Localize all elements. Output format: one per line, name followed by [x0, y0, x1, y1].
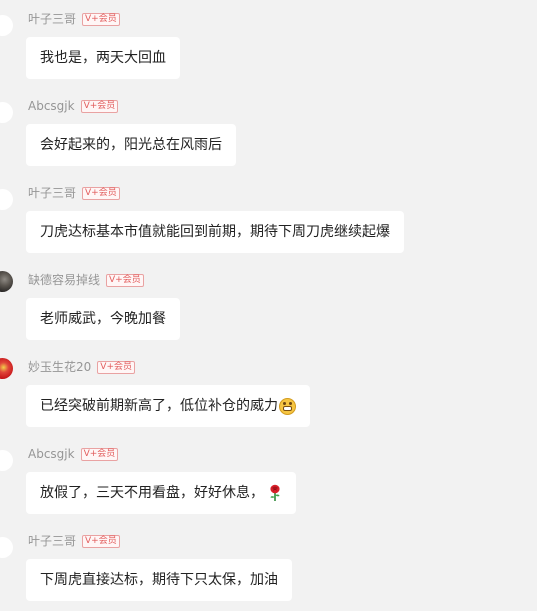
vip-member-badge: V+会员 [82, 186, 120, 200]
grin-emoji-icon [279, 397, 296, 415]
vip-member-badge: V+会员 [82, 12, 120, 26]
username[interactable]: Abcsgjk [28, 446, 75, 462]
vip-member-badge: V+会员 [97, 360, 135, 374]
username[interactable]: 叶子三哥 [28, 185, 76, 201]
username[interactable]: 妙玉生花20 [28, 359, 91, 375]
user-avatar[interactable] [0, 15, 13, 36]
message-header: 叶子三哥 V+会员 [28, 11, 120, 27]
vip-member-badge: V+会员 [80, 447, 119, 461]
message-text: 刀虎达标基本市值就能回到前期，期待下周刀虎继续起爆 [40, 224, 390, 240]
user-avatar[interactable] [0, 537, 13, 558]
message-header: 叶子三哥 V+会员 [28, 533, 120, 549]
rose-emoji-icon [270, 484, 280, 501]
user-avatar[interactable] [0, 189, 13, 210]
message-header: Abcsgjk V+会员 [28, 446, 119, 462]
message-header: 叶子三哥 V+会员 [28, 185, 120, 201]
username[interactable]: Abcsgjk [28, 98, 75, 114]
vip-member-badge: V+会员 [80, 99, 119, 113]
message-bubble: 刀虎达标基本市值就能回到前期，期待下周刀虎继续起爆 [26, 211, 404, 253]
message-text: 已经突破前期新高了，低位补仓的威力 [40, 398, 278, 414]
message-bubble: 老师威武，今晚加餐 [26, 298, 180, 340]
chat-message: Abcsgjk V+会员 放假了，三天不用看盘，好好休息， [0, 435, 537, 515]
vip-member-badge: V+会员 [106, 273, 144, 287]
chat-message: 叶子三哥 V+会员 刀虎达标基本市值就能回到前期，期待下周刀虎继续起爆 [0, 174, 537, 254]
user-avatar[interactable] [0, 271, 13, 292]
username[interactable]: 叶子三哥 [28, 533, 76, 549]
message-text: 老师威武，今晚加餐 [40, 311, 166, 327]
message-header: Abcsgjk V+会员 [28, 98, 119, 114]
message-text: 下周虎直接达标，期待下只太保，加油 [40, 572, 278, 588]
chat-message: 妙玉生花20 V+会员 已经突破前期新高了，低位补仓的威力 [0, 348, 537, 428]
chat-message: 缺德容易掉线 V+会员 老师威武，今晚加餐 [0, 261, 537, 341]
message-bubble: 下周虎直接达标，期待下只太保，加油 [26, 559, 292, 601]
message-text: 放假了，三天不用看盘，好好休息， [40, 485, 264, 501]
chat-message-list[interactable]: 叶子三哥 V+会员 我也是，两天大回血 Abcsgjk V+会员 会好起来的，阳… [0, 0, 537, 611]
user-avatar[interactable] [0, 450, 13, 471]
message-bubble: 放假了，三天不用看盘，好好休息， [26, 472, 296, 514]
message-text: 会好起来的，阳光总在风雨后 [40, 137, 222, 153]
message-bubble: 我也是，两天大回血 [26, 37, 180, 79]
user-avatar[interactable] [0, 102, 13, 123]
message-text: 我也是，两天大回血 [40, 50, 166, 66]
message-bubble: 已经突破前期新高了，低位补仓的威力 [26, 385, 310, 427]
user-avatar[interactable] [0, 358, 13, 379]
chat-message: 叶子三哥 V+会员 下周虎直接达标，期待下只太保，加油 [0, 522, 537, 602]
message-header: 缺德容易掉线 V+会员 [28, 272, 144, 288]
chat-message: Abcsgjk V+会员 会好起来的，阳光总在风雨后 [0, 87, 537, 167]
username[interactable]: 缺德容易掉线 [28, 272, 100, 288]
message-header: 妙玉生花20 V+会员 [28, 359, 135, 375]
vip-member-badge: V+会员 [82, 534, 120, 548]
username[interactable]: 叶子三哥 [28, 11, 76, 27]
message-bubble: 会好起来的，阳光总在风雨后 [26, 124, 236, 166]
chat-message: 叶子三哥 V+会员 我也是，两天大回血 [0, 0, 537, 80]
